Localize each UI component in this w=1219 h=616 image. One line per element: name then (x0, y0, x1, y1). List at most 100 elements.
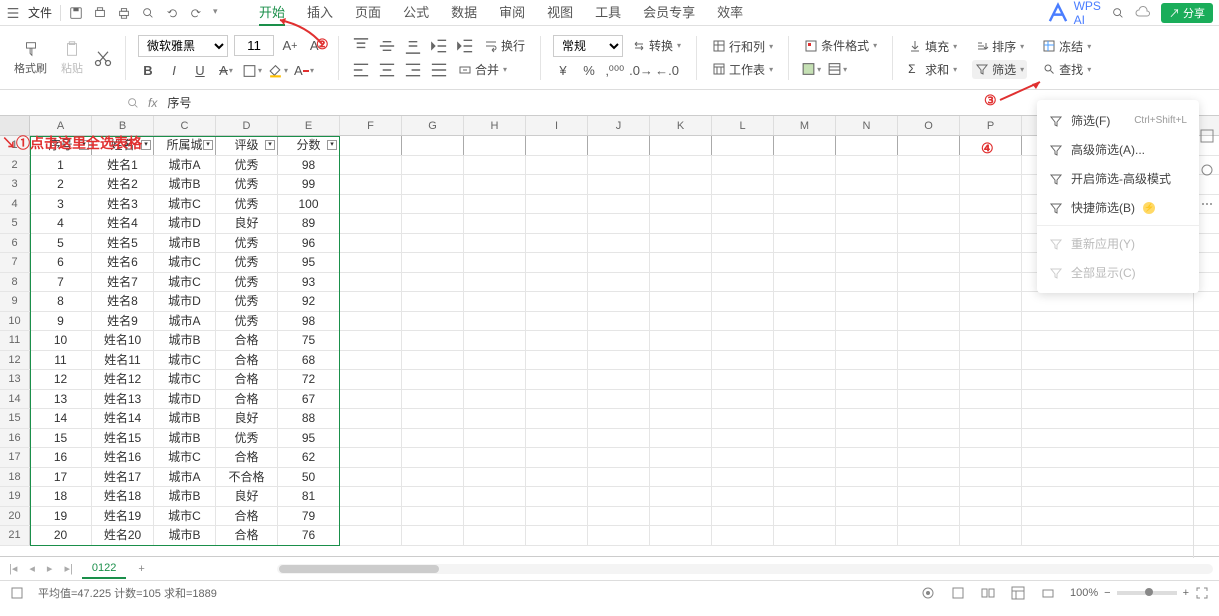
data-cell[interactable]: 姓名3 (92, 195, 154, 214)
empty-cell[interactable] (402, 351, 464, 370)
data-cell[interactable]: 城市C (154, 448, 216, 467)
empty-cell[interactable] (960, 468, 1022, 487)
sort-button[interactable]: 排序▾ (972, 37, 1027, 56)
empty-cell[interactable] (588, 195, 650, 214)
empty-cell[interactable] (774, 253, 836, 272)
empty-cell[interactable] (650, 156, 712, 175)
tab-data[interactable]: 数据 (451, 0, 477, 26)
view-mode-2-icon[interactable] (950, 585, 966, 601)
empty-cell[interactable] (464, 292, 526, 311)
data-cell[interactable]: 95 (278, 429, 340, 448)
empty-cell[interactable] (836, 351, 898, 370)
empty-cell[interactable] (836, 370, 898, 389)
empty-cell[interactable] (898, 507, 960, 526)
data-cell[interactable]: 合格 (216, 331, 278, 350)
table-header-cell[interactable]: 评级▾ (216, 136, 278, 155)
sidepanel-icon-2[interactable] (1199, 162, 1215, 178)
tab-view[interactable]: 视图 (547, 0, 573, 26)
empty-cell[interactable] (402, 507, 464, 526)
empty-cell[interactable] (712, 253, 774, 272)
data-cell[interactable]: 姓名12 (92, 370, 154, 389)
decrease-font-icon[interactable]: A- (306, 36, 326, 56)
data-cell[interactable]: 11 (30, 351, 92, 370)
zoom-level[interactable]: 100% (1070, 587, 1098, 599)
empty-cell[interactable] (340, 526, 402, 545)
empty-cell[interactable] (340, 370, 402, 389)
data-cell[interactable]: 62 (278, 448, 340, 467)
font-name-select[interactable]: 微软雅黑 (138, 35, 228, 57)
empty-cell[interactable] (464, 351, 526, 370)
empty-cell[interactable] (774, 175, 836, 194)
empty-cell[interactable] (960, 136, 1022, 155)
data-cell[interactable]: 城市A (154, 468, 216, 487)
cut-icon[interactable] (93, 48, 113, 68)
empty-cell[interactable] (898, 370, 960, 389)
tab-page[interactable]: 页面 (355, 0, 381, 26)
italic-button[interactable]: I (164, 61, 184, 81)
empty-cell[interactable] (464, 370, 526, 389)
empty-cell[interactable] (402, 273, 464, 292)
data-cell[interactable]: 城市C (154, 253, 216, 272)
empty-cell[interactable] (898, 448, 960, 467)
empty-cell[interactable] (898, 195, 960, 214)
row-header[interactable]: 20 (0, 507, 30, 526)
undo-icon[interactable] (165, 6, 179, 20)
find-button[interactable]: 查找▾ (1039, 60, 1094, 79)
empty-cell[interactable] (340, 312, 402, 331)
column-header[interactable]: H (464, 116, 526, 135)
empty-cell[interactable] (526, 507, 588, 526)
data-cell[interactable]: 92 (278, 292, 340, 311)
empty-cell[interactable] (526, 448, 588, 467)
data-cell[interactable]: 良好 (216, 214, 278, 233)
empty-cell[interactable] (898, 331, 960, 350)
data-cell[interactable]: 合格 (216, 448, 278, 467)
empty-cell[interactable] (712, 214, 774, 233)
empty-cell[interactable] (836, 156, 898, 175)
empty-cell[interactable] (836, 390, 898, 409)
sum-button[interactable]: Σ求和▾ (905, 60, 960, 79)
empty-cell[interactable] (960, 429, 1022, 448)
empty-cell[interactable] (464, 253, 526, 272)
align-middle-icon[interactable] (377, 36, 397, 56)
column-header[interactable]: A (30, 116, 92, 135)
empty-cell[interactable] (960, 331, 1022, 350)
empty-cell[interactable] (650, 487, 712, 506)
filter-menu-item[interactable]: 快捷筛选(B)⚡ (1037, 193, 1199, 222)
data-cell[interactable]: 95 (278, 253, 340, 272)
data-cell[interactable]: 合格 (216, 526, 278, 545)
font-size-select[interactable] (234, 35, 274, 56)
data-cell[interactable]: 姓名20 (92, 526, 154, 545)
empty-cell[interactable] (898, 351, 960, 370)
tab-insert[interactable]: 插入 (307, 0, 333, 26)
data-cell[interactable]: 城市D (154, 390, 216, 409)
empty-cell[interactable] (960, 156, 1022, 175)
column-header[interactable]: I (526, 116, 588, 135)
empty-cell[interactable] (588, 351, 650, 370)
align-left-icon[interactable] (351, 60, 371, 80)
empty-cell[interactable] (588, 234, 650, 253)
tab-tools[interactable]: 工具 (595, 0, 621, 26)
data-cell[interactable]: 2 (30, 175, 92, 194)
data-cell[interactable]: 姓名16 (92, 448, 154, 467)
align-top-icon[interactable] (351, 36, 371, 56)
search-icon[interactable] (1111, 6, 1125, 20)
empty-cell[interactable] (960, 253, 1022, 272)
data-cell[interactable]: 城市B (154, 487, 216, 506)
empty-cell[interactable] (402, 526, 464, 545)
column-header[interactable]: G (402, 116, 464, 135)
data-cell[interactable]: 8 (30, 292, 92, 311)
empty-cell[interactable] (464, 448, 526, 467)
empty-cell[interactable] (464, 526, 526, 545)
data-cell[interactable]: 城市B (154, 331, 216, 350)
empty-cell[interactable] (836, 195, 898, 214)
empty-cell[interactable] (774, 390, 836, 409)
empty-cell[interactable] (464, 175, 526, 194)
empty-cell[interactable] (712, 136, 774, 155)
preview-icon[interactable] (141, 6, 155, 20)
data-cell[interactable]: 城市D (154, 292, 216, 311)
empty-cell[interactable] (340, 175, 402, 194)
row-header[interactable]: 10 (0, 312, 30, 331)
empty-cell[interactable] (836, 312, 898, 331)
tab-member[interactable]: 会员专享 (643, 0, 695, 26)
empty-cell[interactable] (526, 409, 588, 428)
